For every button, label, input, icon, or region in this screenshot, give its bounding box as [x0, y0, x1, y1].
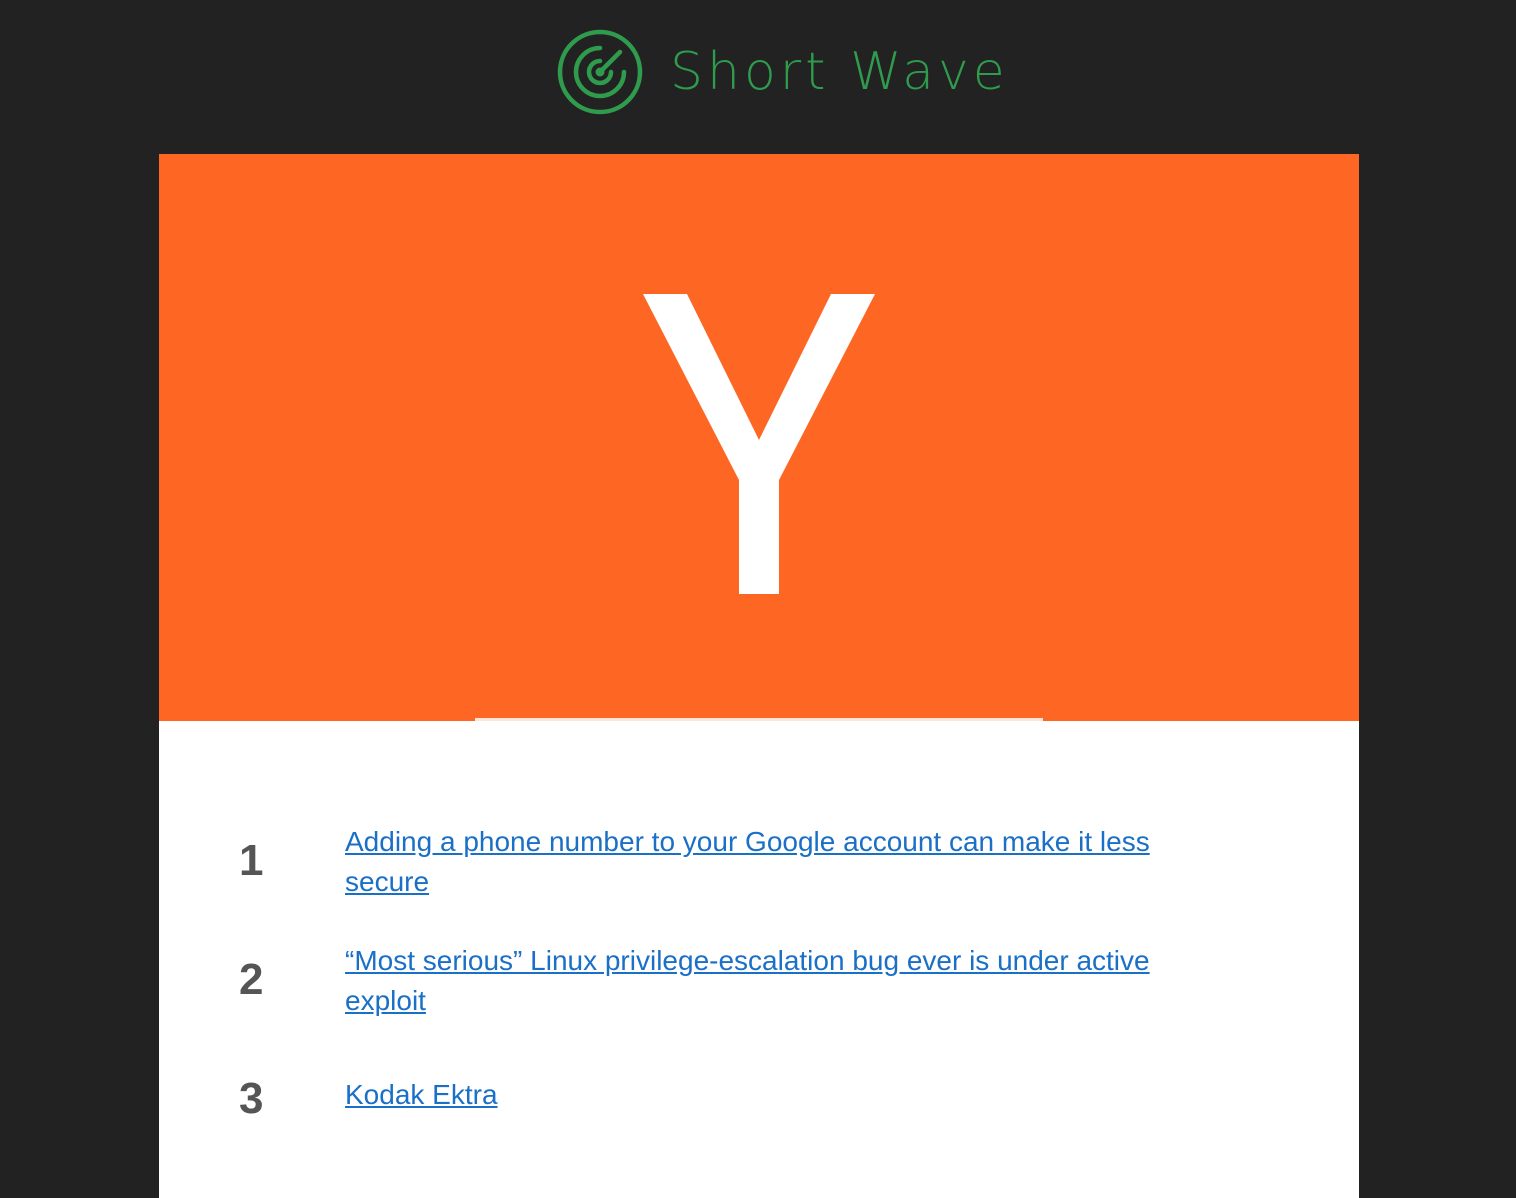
story-rank: 2 — [239, 955, 264, 1004]
radar-icon — [557, 29, 643, 115]
story-list: 1 Adding a phone number to your Google a… — [159, 154, 1359, 1198]
brand-name: Short Wave — [670, 42, 1009, 102]
story-link[interactable]: Kodak Ektra — [345, 1075, 1225, 1115]
story-link[interactable]: “Most serious” Linux privilege-escalatio… — [345, 941, 1225, 1021]
story-link[interactable]: Adding a phone number to your Google acc… — [345, 822, 1225, 902]
brand[interactable]: Short Wave — [556, 28, 1009, 116]
story-rank: 3 — [239, 1074, 264, 1123]
story-rank: 1 — [239, 836, 264, 885]
newsletter-card: Y 1 Adding a phone number to your Google… — [159, 154, 1359, 1198]
header: Short Wave — [0, 0, 1516, 154]
